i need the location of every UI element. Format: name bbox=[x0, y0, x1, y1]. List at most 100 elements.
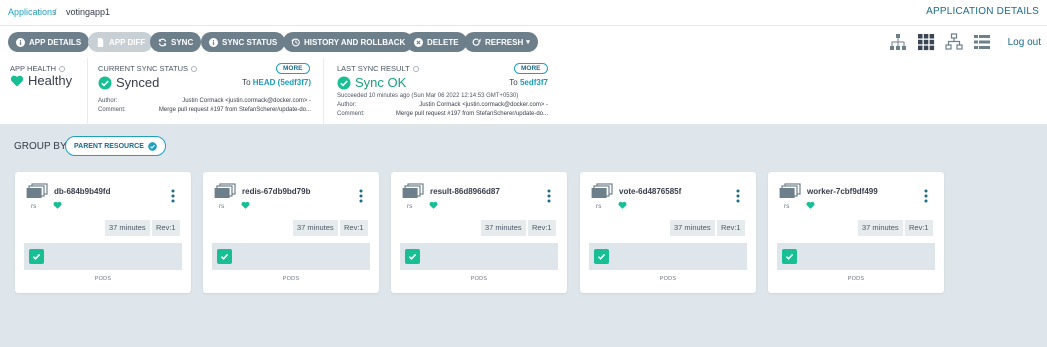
sync-status-label: SYNC STATUS bbox=[222, 37, 278, 47]
info-circle-icon bbox=[16, 37, 25, 47]
last-sync-value: Sync OK bbox=[355, 75, 407, 90]
breadcrumb-separator: / bbox=[54, 7, 57, 17]
kebab-menu-icon[interactable] bbox=[171, 189, 175, 203]
view-switcher bbox=[889, 33, 991, 51]
list-view-icon[interactable] bbox=[973, 33, 991, 51]
resource-name: worker-7cbf9df499 bbox=[807, 187, 878, 196]
history-rollback-button[interactable]: HISTORY AND ROLLBACK bbox=[283, 32, 414, 52]
app-health-status: Healthy bbox=[10, 73, 72, 88]
comment-value: Merge pull request #197 from StefanScher… bbox=[395, 111, 548, 117]
heart-icon bbox=[429, 196, 438, 209]
kebab-menu-icon[interactable] bbox=[924, 189, 928, 203]
last-sync-more-button[interactable]: MORE bbox=[514, 63, 548, 74]
group-by-select[interactable]: PARENT RESOURCE bbox=[65, 136, 166, 156]
pods-view-icon[interactable] bbox=[917, 33, 935, 51]
resource-name: vote-6d4876585f bbox=[619, 187, 682, 196]
kebab-menu-icon[interactable] bbox=[547, 189, 551, 203]
revision-badge: Rev:1 bbox=[528, 220, 556, 236]
current-sync-target: To HEAD (5edf3f7) bbox=[242, 78, 311, 87]
delete-label: DELETE bbox=[427, 37, 459, 47]
resource-card[interactable]: rs result-86d8966d87 37 minutes Rev:1 PO… bbox=[391, 172, 567, 293]
resource-kind: rs bbox=[31, 203, 37, 210]
replicaset-icon bbox=[214, 183, 236, 199]
pods-container bbox=[777, 243, 935, 270]
current-sync-more-button[interactable]: MORE bbox=[276, 63, 310, 74]
pod-status[interactable] bbox=[782, 249, 797, 264]
last-sync-revision-link[interactable]: 5edf3f7 bbox=[520, 78, 548, 87]
pods-label: PODS bbox=[659, 276, 677, 282]
status-panel: APP HEALTH Healthy CURRENT SYNC STATUS M… bbox=[0, 58, 1047, 125]
resource-kind: rs bbox=[784, 203, 790, 210]
heart-icon bbox=[53, 196, 62, 209]
heart-icon bbox=[618, 196, 627, 209]
refresh-label: REFRESH bbox=[485, 37, 524, 47]
logout-link[interactable]: Log out bbox=[1008, 37, 1041, 48]
kebab-menu-icon[interactable] bbox=[736, 189, 740, 203]
network-view-icon[interactable] bbox=[945, 33, 963, 51]
pod-status[interactable] bbox=[405, 249, 420, 264]
resource-kind: rs bbox=[407, 203, 413, 210]
check-icon bbox=[597, 253, 606, 260]
last-sync-succeeded: Succeeded 10 minutes ago (Sun Mar 06 202… bbox=[337, 93, 519, 99]
pods-label: PODS bbox=[94, 276, 112, 282]
pods-container bbox=[212, 243, 370, 270]
heart-icon bbox=[10, 74, 24, 88]
resource-kind: rs bbox=[596, 203, 602, 210]
tree-view-icon[interactable] bbox=[889, 33, 907, 51]
pods-label: PODS bbox=[282, 276, 300, 282]
delete-button[interactable]: DELETE bbox=[406, 32, 467, 52]
times-circle-icon bbox=[414, 37, 423, 47]
check-icon bbox=[408, 253, 417, 260]
app-details-label: APP DETAILS bbox=[29, 37, 82, 47]
pods-label: PODS bbox=[847, 276, 865, 282]
resource-card[interactable]: rs db-684b9b49fd 37 minutes Rev:1 PODS bbox=[15, 172, 191, 293]
check-icon bbox=[785, 253, 794, 260]
app-diff-button[interactable]: APP DIFF bbox=[88, 32, 154, 52]
author-value: Justin Cormack <justin.cormack@docker.co… bbox=[419, 102, 548, 108]
app-details-button[interactable]: APP DETAILS bbox=[8, 32, 90, 52]
pod-status[interactable] bbox=[594, 249, 609, 264]
toolbar: APP DETAILS APP DIFF SYNC SYNC STATUS HI… bbox=[0, 26, 1047, 58]
check-circle-icon bbox=[148, 141, 157, 151]
history-rollback-label: HISTORY AND ROLLBACK bbox=[304, 37, 406, 47]
chevron-down-icon: ▾ bbox=[526, 39, 530, 46]
breadcrumb-current: votingapp1 bbox=[66, 7, 111, 17]
refresh-button[interactable]: REFRESH ▾ bbox=[464, 32, 538, 52]
pods-container bbox=[24, 243, 182, 270]
check-circle-icon bbox=[98, 76, 112, 90]
sync-status-button[interactable]: SYNC STATUS bbox=[201, 32, 286, 52]
pods-container bbox=[400, 243, 558, 270]
app-health-panel: APP HEALTH Healthy bbox=[0, 58, 88, 125]
current-sync-revision-link[interactable]: HEAD (5edf3f7) bbox=[253, 78, 311, 87]
resource-card[interactable]: rs redis-67db9bd79b 37 minutes Rev:1 POD… bbox=[203, 172, 379, 293]
history-icon bbox=[291, 38, 300, 47]
sync-label: SYNC bbox=[171, 37, 194, 47]
revision-badge: Rev:1 bbox=[717, 220, 745, 236]
resource-card[interactable]: rs vote-6d4876585f 37 minutes Rev:1 PODS bbox=[580, 172, 756, 293]
help-icon bbox=[191, 66, 198, 73]
age-badge: 37 minutes bbox=[481, 220, 526, 236]
resource-name: result-86d8966d87 bbox=[430, 187, 500, 196]
app-health-value: Healthy bbox=[28, 73, 73, 88]
current-sync-status: Synced bbox=[98, 75, 159, 90]
top-bar: Applications / votingapp1 APPLICATION DE… bbox=[0, 0, 1047, 26]
resource-card[interactable]: rs worker-7cbf9df499 37 minutes Rev:1 PO… bbox=[768, 172, 944, 293]
age-badge: 37 minutes bbox=[105, 220, 150, 236]
resource-name: redis-67db9bd79b bbox=[242, 187, 311, 196]
breadcrumb-applications[interactable]: Applications bbox=[8, 7, 57, 17]
sync-button[interactable]: SYNC bbox=[150, 32, 202, 52]
replicaset-icon bbox=[26, 183, 48, 199]
pod-status[interactable] bbox=[217, 249, 232, 264]
last-sync-target: To 5edf3f7 bbox=[509, 78, 548, 87]
resource-kind: rs bbox=[219, 203, 225, 210]
heart-icon bbox=[241, 196, 250, 209]
current-sync-panel: CURRENT SYNC STATUS MORE Synced To HEAD … bbox=[88, 58, 324, 125]
current-sync-value: Synced bbox=[116, 75, 160, 90]
check-circle-icon bbox=[337, 76, 351, 90]
pod-status[interactable] bbox=[29, 249, 44, 264]
file-icon bbox=[96, 37, 105, 47]
kebab-menu-icon[interactable] bbox=[359, 189, 363, 203]
age-badge: 37 minutes bbox=[293, 220, 338, 236]
pods-label: PODS bbox=[470, 276, 488, 282]
revision-badge: Rev:1 bbox=[340, 220, 368, 236]
